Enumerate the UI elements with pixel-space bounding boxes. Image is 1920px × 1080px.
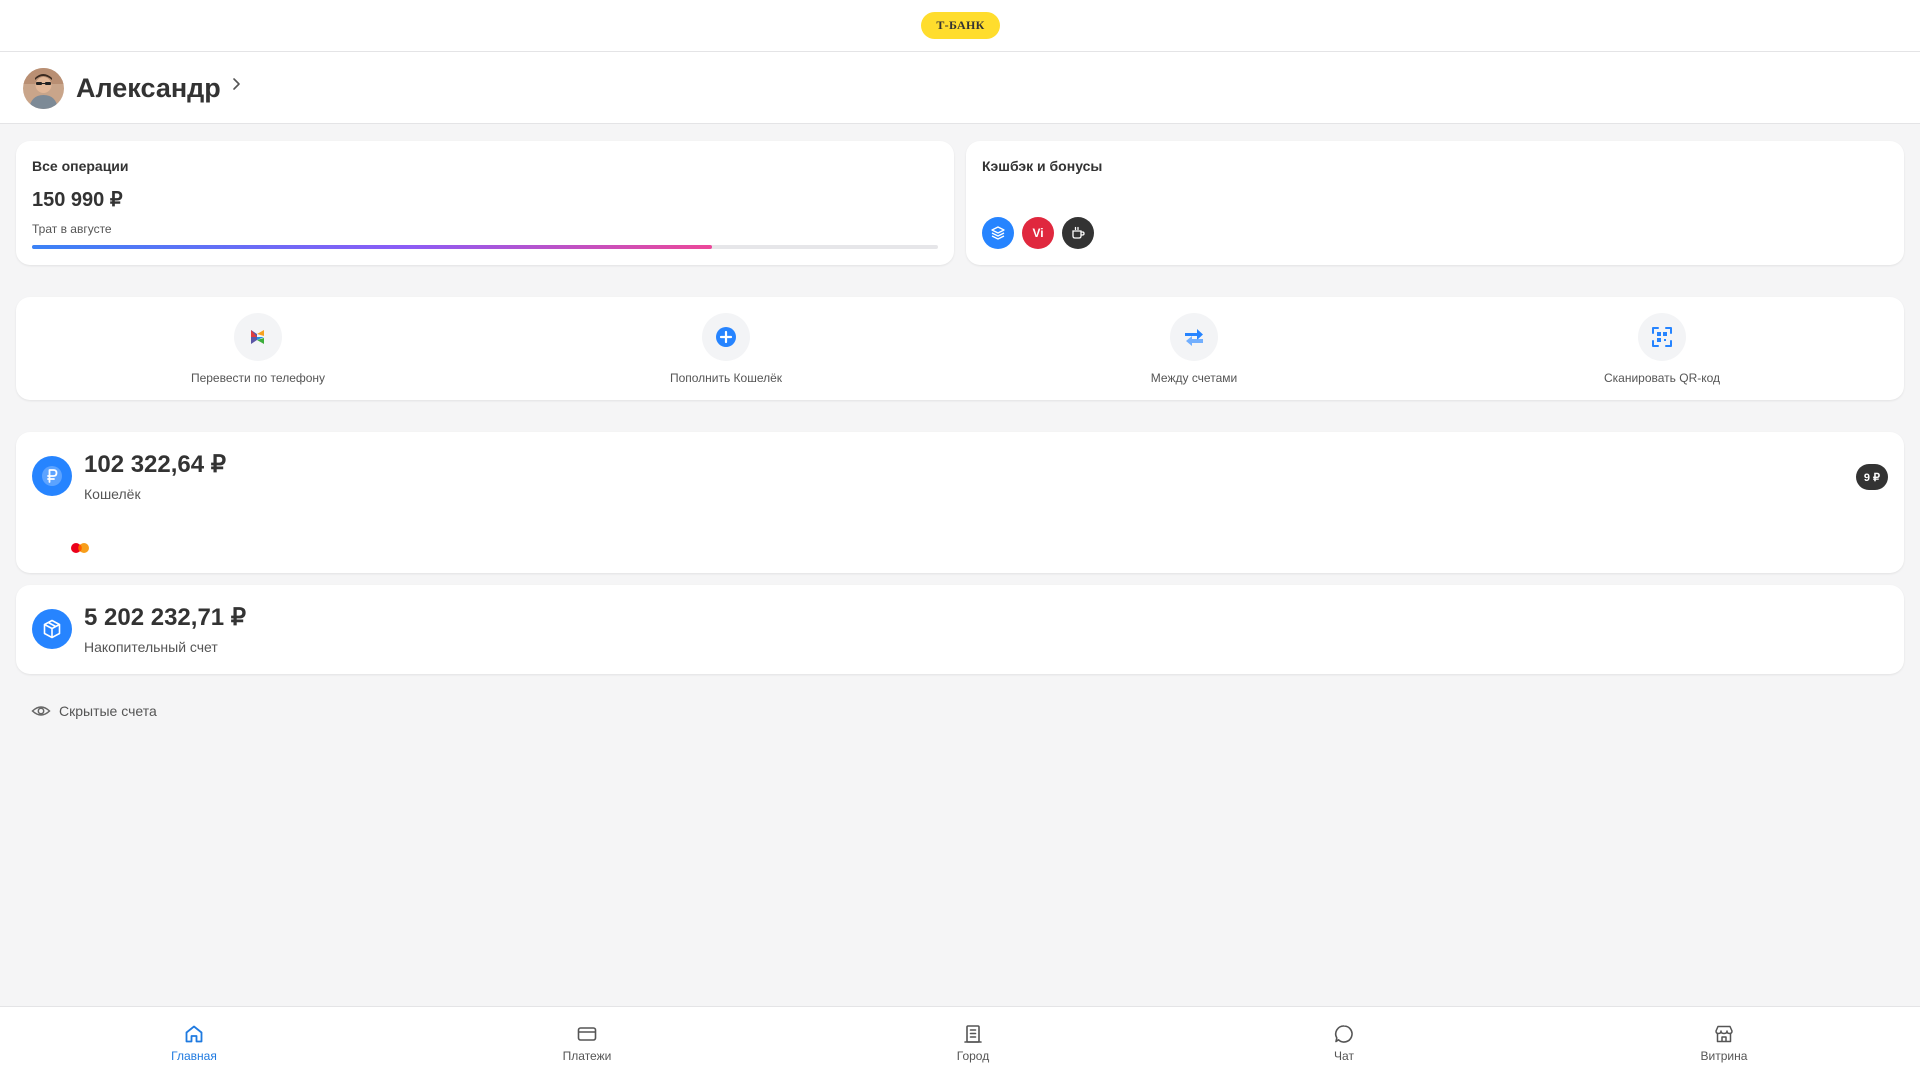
hidden-accounts-label: Скрытые счета (59, 703, 157, 719)
city-icon (964, 1025, 982, 1043)
action-label: Между счетами (1150, 371, 1238, 385)
action-label: Сканировать QR-код (1603, 371, 1721, 385)
nav-item-home[interactable]: Главная (134, 1023, 254, 1063)
mastercard-icon (71, 543, 89, 553)
action-label: Пополнить Кошелёк (669, 371, 783, 385)
profile-name[interactable]: Александр (76, 69, 221, 107)
home-icon (185, 1025, 203, 1043)
profile-header[interactable]: Александр (0, 52, 1920, 124)
nav-label: Главная (171, 1049, 217, 1063)
account-savings[interactable]: 5 202 232,71 ₽ Накопительный счет (16, 585, 1904, 674)
hidden-accounts-link[interactable]: Скрытые счета (31, 701, 157, 721)
cashback-badge[interactable]: 9 ₽ (1855, 464, 1888, 490)
plus-icon (702, 313, 750, 361)
top-bar: Т-БАНК (0, 0, 1920, 52)
nav-label: Витрина (1700, 1049, 1748, 1063)
spending-progress-fill (32, 245, 712, 249)
nav-label: Платежи (562, 1049, 612, 1063)
operations-amount: 150 990 ₽ (32, 189, 123, 211)
coffee-icon[interactable] (1062, 217, 1094, 249)
account-amount: 5 202 232,71 ₽ (84, 604, 247, 631)
bank-logo[interactable]: Т-БАНК (921, 12, 1000, 39)
action-top-up-wallet[interactable]: Пополнить Кошелёк (576, 313, 876, 385)
nav-label: Чат (1334, 1049, 1354, 1063)
sbp-icon (234, 313, 282, 361)
bonus-icons: Vi (982, 217, 1094, 249)
card-icon (577, 1027, 597, 1041)
nav-item-showcase[interactable]: Витрина (1664, 1023, 1784, 1063)
account-name: Кошелёк (84, 486, 141, 502)
nav-label: Город (956, 1049, 990, 1063)
eye-icon (31, 706, 51, 716)
store-icon (1715, 1025, 1733, 1043)
avatar[interactable] (23, 68, 64, 109)
action-transfer-by-phone[interactable]: Перевести по телефону (108, 313, 408, 385)
ruble-icon (32, 456, 72, 496)
nav-item-payments[interactable]: Платежи (527, 1023, 647, 1063)
box-icon (32, 609, 72, 649)
account-name: Накопительный счет (84, 639, 218, 655)
operations-caption: Трат в августе (32, 222, 112, 236)
account-wallet[interactable]: 102 322,64 ₽ Кошелёк 9 ₽ (16, 432, 1904, 573)
layers-icon[interactable] (982, 217, 1014, 249)
account-amount: 102 322,64 ₽ (84, 451, 227, 478)
cashback-title: Кэшбэк и бонусы (982, 158, 1103, 174)
operations-card[interactable]: Все операции 150 990 ₽ Трат в августе (16, 141, 954, 265)
action-between-accounts[interactable]: Между счетами (1044, 313, 1344, 385)
spending-progress (32, 245, 938, 249)
chat-icon (1334, 1025, 1353, 1043)
operations-title: Все операции (32, 158, 129, 174)
transfer-arrows-icon (1170, 313, 1218, 361)
nav-item-chat[interactable]: Чат (1284, 1023, 1404, 1063)
chevron-right-icon[interactable] (228, 76, 244, 92)
action-label: Перевести по телефону (190, 371, 326, 385)
vi-icon[interactable]: Vi (1022, 217, 1054, 249)
cashback-card[interactable]: Кэшбэк и бонусы Vi (966, 141, 1904, 265)
quick-actions: Перевести по телефону Пополнить Кошелёк … (16, 297, 1904, 400)
action-scan-qr[interactable]: Сканировать QR-код (1512, 313, 1812, 385)
nav-item-city[interactable]: Город (913, 1023, 1033, 1063)
bottom-nav: Главная Платежи Город Чат Витрина (0, 1006, 1920, 1080)
qr-scan-icon (1638, 313, 1686, 361)
